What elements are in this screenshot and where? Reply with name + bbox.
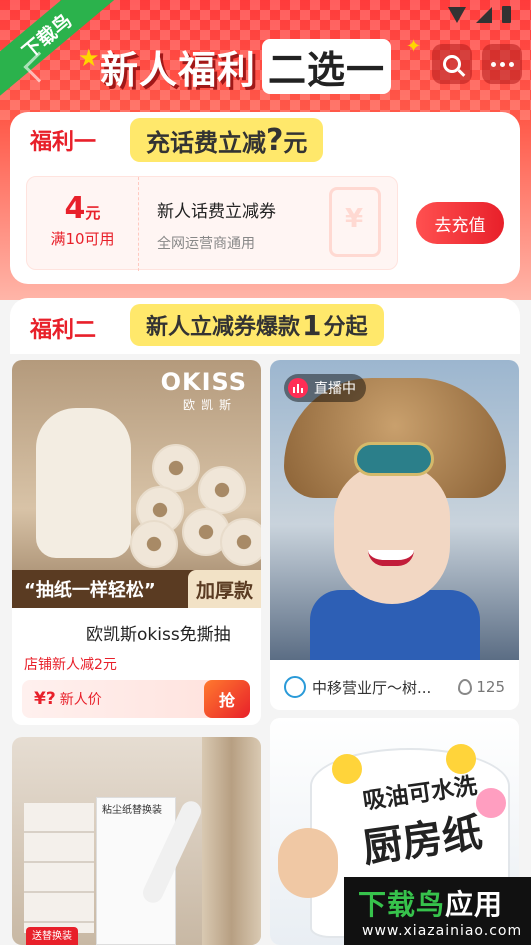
brand-logo: OKISS — [160, 368, 247, 396]
benefit-two-tag: 福利二 — [30, 318, 97, 343]
brand-sub: 欧凯斯 — [182, 398, 237, 412]
watermark: 下载鸟应用 www.xiazainiao.com — [344, 877, 531, 945]
page-title: ★ ✦ 新人福利 二选一 — [78, 36, 421, 94]
face — [334, 464, 450, 604]
wifi-icon — [448, 6, 466, 23]
hand — [278, 828, 338, 898]
headline-num: 1 — [302, 308, 322, 342]
benefit-one-tag: 福利一 — [30, 130, 97, 155]
roll-icon — [198, 466, 246, 514]
live-image: 直播中 — [270, 360, 519, 660]
giraffe-icon — [332, 754, 362, 784]
headline-post: 元 — [283, 128, 308, 157]
signal-icon — [476, 6, 492, 23]
yen-coupon-icon — [329, 187, 381, 257]
heat-count: 125 — [458, 678, 505, 696]
price-value: ¥? — [34, 689, 56, 709]
status-bar — [448, 6, 511, 23]
search-button[interactable] — [432, 44, 472, 84]
battery-icon — [502, 6, 511, 23]
headline-pre: 充话费立减 — [146, 128, 266, 157]
coupon-amount-box: 4元 满10可用 — [27, 177, 139, 271]
more-icon — [490, 61, 514, 67]
search-icon — [443, 55, 461, 73]
flame-icon — [458, 679, 473, 695]
roll-icon — [130, 520, 178, 568]
thick-badge: 加厚款 — [187, 570, 261, 608]
roll-icon — [220, 518, 261, 566]
shop-info: 中移营业厅～树... — [284, 676, 431, 698]
title-text: 新人福利 二选一 — [100, 38, 392, 94]
product-image: 粘尘纸替换装 送替换装 — [12, 737, 261, 945]
shop-logo-icon — [284, 676, 306, 698]
product-promo: 店铺新人减2元 — [24, 657, 117, 673]
shop-name: 中移营业厅～树... — [312, 678, 432, 697]
heat-value: 125 — [476, 678, 505, 696]
headline-post: 分起 — [323, 315, 368, 340]
cartoon-icon — [476, 788, 506, 818]
live-icon — [288, 378, 308, 398]
product-card-lint-roller[interactable]: 粘尘纸替换装 送替换装 — [12, 737, 261, 945]
star-icon: ✦ — [406, 36, 422, 57]
refill-tag: 送替换装 — [26, 927, 78, 945]
app-root: 下载鸟 ★ ✦ 新人福利 二选一 福利一 充话费立减? 元 4元 满10可用 新人话… — [0, 0, 531, 945]
title-part2: 二选一 — [262, 38, 392, 94]
grab-button[interactable]: 抢 — [204, 680, 250, 718]
headline-pre: 新人立减券爆款 — [146, 315, 301, 340]
slogan-bar: “抽纸一样轻松” 加厚款 — [12, 570, 261, 608]
headline-q: ? — [266, 122, 284, 158]
title-part1: 新人福利 — [100, 47, 257, 92]
phone-bill-coupon[interactable]: 4元 满10可用 新人话费立减券 全网运营商通用 — [26, 176, 398, 271]
price-bar: ¥? 新人价 — [22, 680, 222, 718]
benefit-two-card: 福利二 新人立减券爆款 1 分起 — [10, 298, 520, 354]
lint-sheets — [24, 803, 94, 933]
slogan-text: “抽纸一样轻松” — [24, 580, 156, 601]
coupon-condition: 满10可用 — [50, 230, 115, 248]
pack-label: 粘尘纸替换装 — [102, 805, 162, 816]
live-label: 直播中 — [314, 381, 356, 397]
more-button[interactable] — [482, 44, 522, 84]
watermark-title: 下载鸟应用 — [358, 888, 504, 921]
benefit-one-card: 福利一 充话费立减?元 4元 满10可用 新人话费立减券 全网运营商通用 去充值 — [10, 112, 520, 284]
headpiece — [354, 442, 434, 476]
recharge-button[interactable]: 去充值 — [416, 202, 504, 244]
tissue-bag — [36, 408, 131, 558]
price-label: 新人价 — [59, 692, 102, 708]
coupon-title: 新人话费立减券 — [157, 202, 276, 222]
roll-icon — [152, 444, 200, 492]
benefit-two-headline: 新人立减券爆款 1 分起 — [130, 304, 384, 346]
product-name: 欧凯斯okiss免撕抽 — [86, 625, 231, 645]
star-icon: ★ — [78, 44, 100, 72]
product-image: OKISS 欧凯斯 “抽纸一样轻松” 加厚款 — [12, 360, 261, 608]
live-badge: 直播中 — [284, 374, 366, 402]
coupon-subtitle: 全网运营商通用 — [157, 236, 255, 252]
coupon-amount: 4元 — [64, 191, 101, 226]
curtain — [202, 737, 261, 945]
benefit-one-headline: 充话费立减? 元 — [130, 118, 324, 162]
watermark-url: www.xiazainiao.com — [362, 923, 523, 939]
live-stream-card[interactable]: 直播中 中移营业厅～树... 125 — [270, 360, 519, 710]
product-card-okiss[interactable]: OKISS 欧凯斯 “抽纸一样轻松” 加厚款 欧凯斯okiss免撕抽 店铺新人减… — [12, 360, 261, 725]
